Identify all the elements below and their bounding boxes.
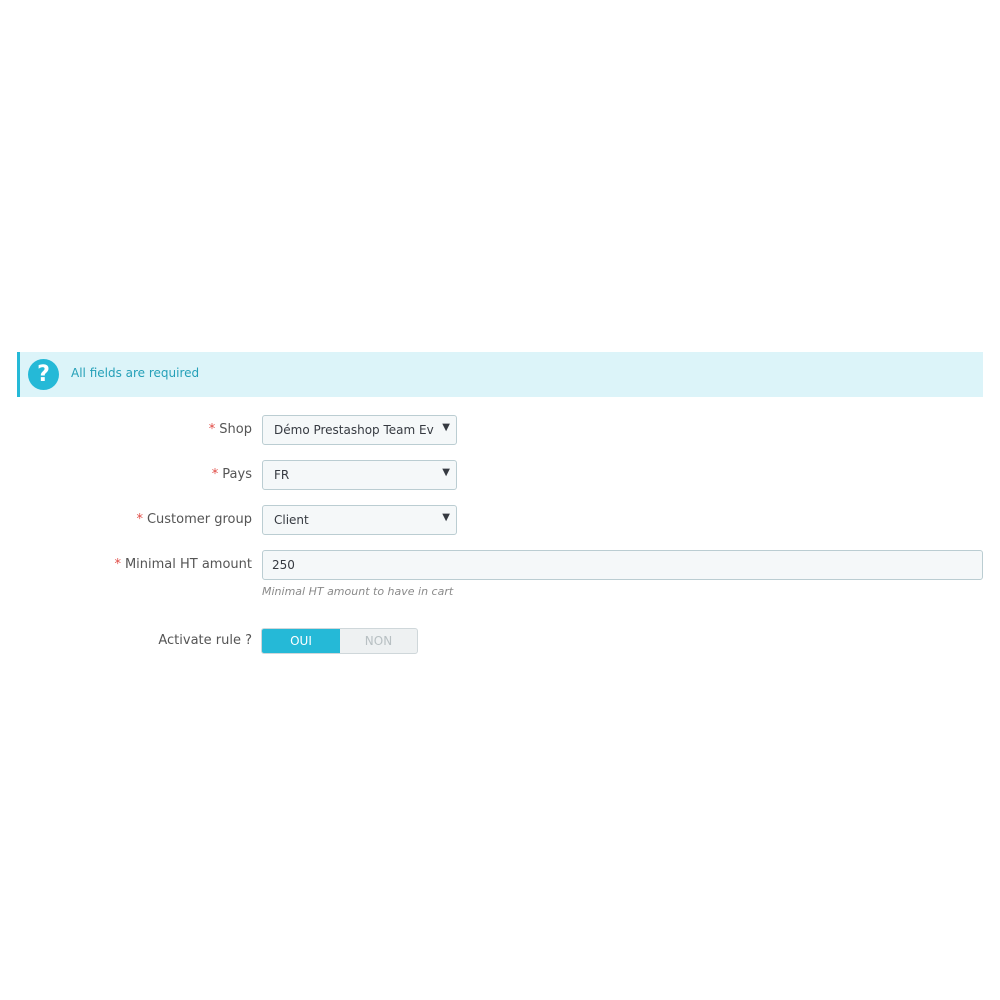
activate-rule-switch[interactable]: OUI NON (261, 628, 418, 654)
switch-option-oui[interactable]: OUI (262, 629, 340, 653)
shop-select-value: Démo Prestashop Team Ever (274, 423, 434, 437)
page: ? All fields are required * Shop Démo Pre… (0, 0, 1000, 1000)
customer-group-select-value: Client (274, 513, 309, 527)
activate-rule-label: Activate rule ? (158, 633, 252, 648)
pays-row: * Pays FR ▼ (0, 460, 1000, 490)
required-marker: * (211, 467, 219, 482)
customer-group-select[interactable]: Client ▼ (262, 505, 457, 535)
required-marker: * (136, 512, 143, 527)
pays-select[interactable]: FR ▼ (262, 460, 457, 490)
minimal-amount-row: * Minimal HT amount 250 (0, 550, 1000, 580)
alert-text: All fields are required (71, 366, 200, 380)
shop-row: * Shop Démo Prestashop Team Ever ▼ (0, 415, 1000, 445)
required-marker: * (114, 557, 121, 572)
customer-group-label: * Customer group (136, 512, 252, 527)
caret-down-icon: ▼ (442, 422, 450, 433)
shop-label-text: Shop (219, 422, 252, 437)
shop-select[interactable]: Démo Prestashop Team Ever ▼ (262, 415, 457, 445)
minimal-amount-label-text: Minimal HT amount (124, 557, 252, 572)
pays-label-text: Pays (222, 467, 252, 482)
minimal-amount-help: Minimal HT amount to have in cart (262, 585, 454, 598)
caret-down-icon: ▼ (442, 467, 450, 478)
caret-down-icon: ▼ (442, 512, 450, 523)
minimal-amount-label: * Minimal HT amount (114, 557, 252, 572)
minimal-amount-input[interactable]: 250 (262, 550, 983, 580)
pays-label: * Pays (212, 467, 252, 482)
pays-select-value: FR (274, 468, 290, 482)
shop-label: * Shop (209, 422, 252, 437)
customer-group-row: * Customer group Client ▼ (0, 505, 1000, 535)
customer-group-label-text: Customer group (146, 512, 252, 527)
switch-option-non[interactable]: NON (340, 629, 417, 653)
required-marker: * (208, 422, 216, 437)
activate-rule-row: Activate rule ? OUI NON (0, 628, 1000, 658)
minimal-amount-value: 250 (272, 558, 295, 572)
question-circle-icon: ? (28, 359, 59, 390)
info-alert: ? All fields are required (17, 352, 983, 397)
